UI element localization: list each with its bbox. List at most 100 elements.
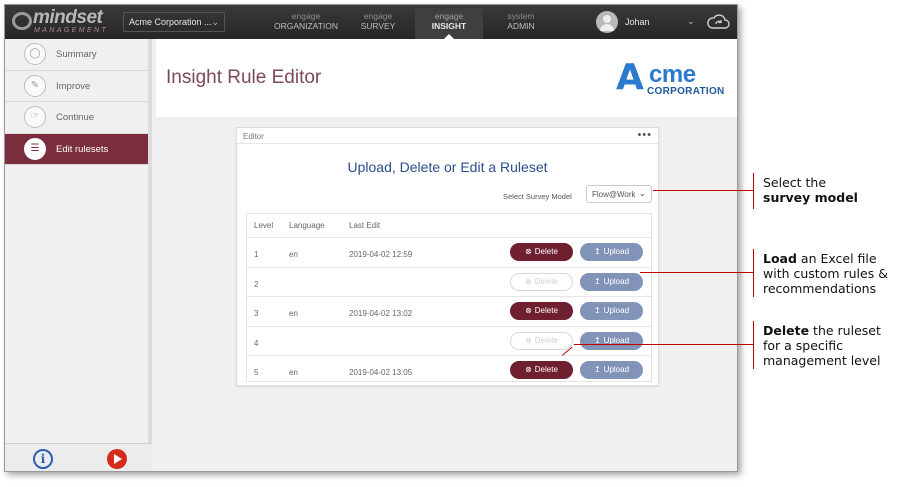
annotation-bold: Delete [763,323,810,338]
nav-engage-organization[interactable]: engage ORGANIZATION [271,8,341,39]
delete-button-disabled: ⊗ Delete [510,272,573,291]
delete-button[interactable]: ⊗ Delete [510,361,573,379]
sidebar-item-label: Continue [56,112,95,123]
cell-level: 2 [254,279,259,289]
annotation-line: Select the [763,175,827,190]
nav-system-admin[interactable]: system ADMIN [493,8,549,39]
table-row: 2 ⊗ Delete ↥ Upload [247,268,651,297]
callout-line-model [653,190,753,191]
nav-line1: engage [291,11,321,21]
table-row: 1 en 2019-04-02 12:59 ⊗ Delete ↥ Upload [247,238,651,268]
annotation-line: the ruleset [809,323,881,338]
col-language: Language [289,221,325,230]
cell-language: en [289,250,298,259]
nav-line1: engage [363,11,393,21]
brand-cme: cme [649,61,696,88]
nav-line2: INSIGHT [431,21,467,31]
edit-rulesets-icon: ☰ [24,137,46,160]
cell-level: 5 [254,368,259,377]
upload-icon: ↥ [593,335,601,345]
chevron-down-icon: ⌄ [638,188,646,198]
cloud-sync-icon[interactable] [705,12,731,32]
delete-label: Delete [534,276,558,286]
upload-button[interactable]: ↥ Upload [580,272,643,291]
annotation-line: with custom rules & [763,266,888,281]
delete-button[interactable]: ⊗ Delete [510,302,573,320]
logo-word: mindset [33,7,103,28]
ruleset-table: Level Language Last Edit 1 en 2019-04-02… [246,213,652,382]
callout-bar-load [753,249,754,297]
delete-circle-icon: ⊗ [525,335,532,345]
nav-line2: SURVEY [360,21,396,31]
upload-label: Upload [603,247,630,256]
upload-label: Upload [603,306,630,315]
annotation-bold: survey model [763,190,858,205]
upload-label: Upload [603,365,630,374]
logo-subtitle: MANAGEMENT [34,27,109,34]
company-selector[interactable]: Acme Corporation ... ⌄ [123,12,225,32]
upload-icon: ↥ [593,247,601,256]
nav-engage-insight[interactable]: engage INSIGHT [415,8,483,39]
delete-circle-icon: ⊗ [525,365,532,374]
sidebar-item-improve[interactable]: ✎ Improve [5,71,148,102]
editor-card: Editor ••• Upload, Delete or Edit a Rule… [236,127,659,386]
delete-label: Delete [534,247,558,256]
annotation-delete: Delete the ruleset for a specific manage… [763,323,881,368]
col-last-edit: Last Edit [349,221,381,230]
annotation-line: for a specific [763,338,844,353]
annotation-line: recommendations [763,281,877,296]
upload-button[interactable]: ↥ Upload [580,302,643,320]
col-level: Level [254,221,274,230]
page-header: Insight Rule Editor A cme CORPORATION [156,39,737,117]
nav-engage-survey[interactable]: engage SURVEY [349,8,407,39]
cell-last-edit: 2019-04-02 13:02 [349,309,413,318]
video-play-icon[interactable] [107,449,127,469]
brand-corporation: CORPORATION [647,86,725,97]
survey-model-value: Flow@Work [592,190,636,199]
sidebar-item-label: Edit rulesets [56,143,109,155]
delete-button[interactable]: ⊗ Delete [510,243,573,261]
delete-circle-icon: ⊗ [525,306,532,315]
sidebar-item-edit-rulesets[interactable]: ☰ Edit rulesets [5,133,148,165]
app-window: mindset MANAGEMENT Acme Corporation ... … [4,4,738,472]
card-header: Editor ••• [237,128,658,144]
cell-level: 4 [254,338,259,348]
survey-model-select[interactable]: Flow@Work ⌄ [586,185,652,203]
avatar [596,11,618,33]
top-bar: mindset MANAGEMENT Acme Corporation ... … [5,5,737,39]
improve-icon: ✎ [24,74,46,97]
delete-circle-icon: ⊗ [525,276,532,286]
page-title: Insight Rule Editor [166,67,322,88]
cell-last-edit: 2019-04-02 13:05 [349,368,413,377]
mindset-logo[interactable]: mindset MANAGEMENT [11,7,115,36]
delete-circle-icon: ⊗ [525,247,532,256]
user-menu[interactable]: Johan ⌄ [595,11,699,33]
sidebar-item-label: Summary [56,49,97,60]
info-icon[interactable]: i [33,449,53,469]
sidebar-item-summary[interactable]: ◯ Summary [5,39,148,71]
sidebar-footer: i [5,443,152,471]
nav-line2: ADMIN [507,21,535,31]
upload-button[interactable]: ↥ Upload [580,331,643,350]
logo-mark-icon [12,12,32,30]
upload-icon: ↥ [593,306,601,315]
cell-level: 3 [254,309,259,318]
chevron-down-icon: ⌄ [211,17,219,27]
user-name: Johan [625,17,650,27]
annotation-survey-model: Select the survey model [763,175,858,205]
table-row: 5 en 2019-04-02 13:05 ⊗ Delete ↥ Upload [247,356,651,386]
upload-button[interactable]: ↥ Upload [580,243,643,261]
delete-button-disabled: ⊗ Delete [510,331,573,350]
cell-level: 1 [254,250,259,259]
annotation-line: management level [763,353,881,368]
cell-language: en [289,368,298,377]
more-menu-icon[interactable]: ••• [637,129,652,141]
annotation-bold: Load [763,251,797,266]
sidebar-item-continue[interactable]: ☞ Continue [5,102,148,134]
upload-button[interactable]: ↥ Upload [580,361,643,379]
summary-icon: ◯ [24,43,46,65]
cell-language: en [289,309,298,318]
callout-bar-delete [753,321,754,369]
editor-heading: Upload, Delete or Edit a Ruleset [347,159,548,175]
table-header: Level Language Last Edit [247,214,651,238]
